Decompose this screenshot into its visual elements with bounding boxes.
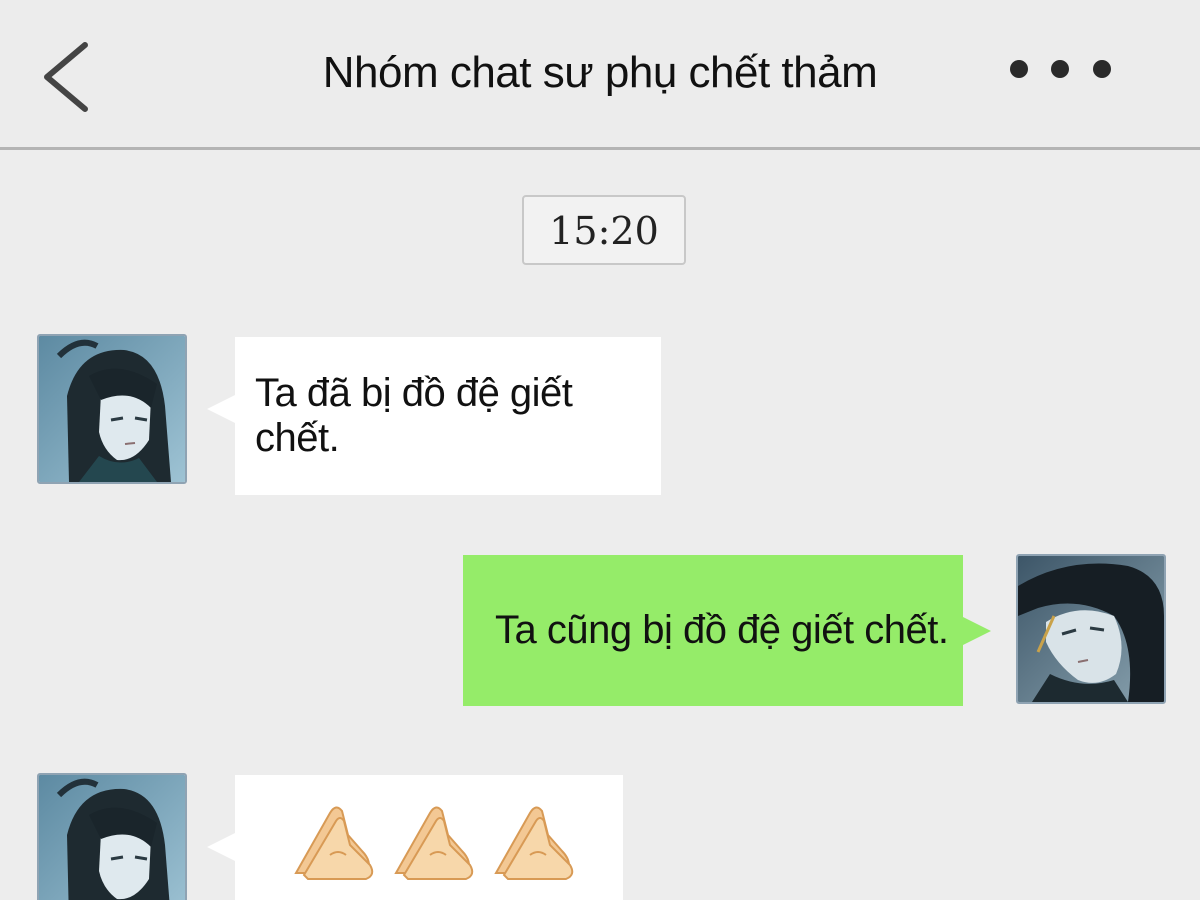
more-dot <box>1051 60 1069 78</box>
folded-hands-icon <box>494 806 574 880</box>
more-options-button[interactable] <box>1000 52 1120 86</box>
folded-hands-icon <box>394 806 474 880</box>
sender-avatar[interactable] <box>37 334 187 484</box>
message-text: Ta cũng bị đồ đệ giết chết. <box>495 608 949 652</box>
message-bubble-sent[interactable]: Ta cũng bị đồ đệ giết chết. <box>463 555 991 706</box>
more-dot <box>1093 60 1111 78</box>
more-dots-icon <box>1010 60 1028 78</box>
emoji-row <box>290 795 580 885</box>
message-timestamp: 15:20 <box>522 195 686 265</box>
long-haired-man-avatar <box>39 336 185 482</box>
message-bubble-received[interactable]: Ta đã bị đồ đệ giết chết. <box>207 337 661 495</box>
long-haired-man-avatar <box>1018 556 1164 702</box>
own-avatar[interactable] <box>1016 554 1166 704</box>
chat-screen: Nhóm chat sư phụ chết thảm 15:20 Ta đã b… <box>0 0 1200 900</box>
folded-hands-icon <box>294 806 374 880</box>
long-haired-man-avatar <box>39 775 185 900</box>
sender-avatar[interactable] <box>37 773 187 900</box>
message-bubble-received[interactable] <box>207 775 623 900</box>
chat-header: Nhóm chat sư phụ chết thảm <box>0 0 1200 150</box>
message-text: Ta đã bị đồ đệ giết chết. <box>255 371 573 460</box>
